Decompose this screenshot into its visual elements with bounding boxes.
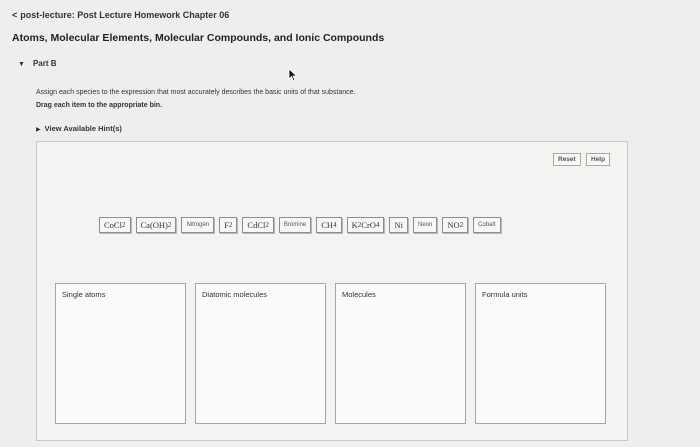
help-button[interactable]: Help <box>586 153 611 166</box>
drag-instruction: Drag each item to the appropriate bin. <box>36 102 163 109</box>
breadcrumb[interactable]: < post-lecture: Post Lecture Homework Cha… <box>12 10 229 20</box>
tile-k2cro4[interactable]: K 2 CrO 4 <box>346 217 385 233</box>
part-label[interactable]: Part B <box>33 59 57 68</box>
bin-label: Diatomic molecules <box>202 290 268 299</box>
bin-formula-units[interactable]: Formula units <box>475 283 606 424</box>
drag-drop-panel: Reset Help CoCl 2 Ca(OH) 2 Nitrogen F2 CdC… <box>36 141 628 441</box>
tile-bromine[interactable]: Bromine <box>278 217 312 233</box>
tile-ch4[interactable]: CH 4 <box>316 217 342 233</box>
tile-f2[interactable]: F2 <box>219 217 238 233</box>
tile-cdcl2[interactable]: CdCl 2 <box>242 217 274 233</box>
bin-single-atoms[interactable]: Single atoms <box>55 283 186 424</box>
tile-neon[interactable]: Neon <box>412 217 438 233</box>
instructions: Assign each species to the expression th… <box>36 86 355 112</box>
bin-label: Formula units <box>482 290 528 299</box>
mouse-pointer-icon <box>288 68 298 82</box>
bin-label: Molecules <box>342 290 376 299</box>
tile-tray: CoCl 2 Ca(OH) 2 Nitrogen F2 CdCl 2 Bromine … <box>99 217 501 233</box>
tile-cocl2[interactable]: CoCl 2 <box>99 217 131 233</box>
bin-row: Single atoms Diatomic molecules Molecule… <box>55 283 606 424</box>
bin-diatomic-molecules[interactable]: Diatomic molecules <box>195 283 326 424</box>
part-header[interactable]: ▼ Part B <box>18 59 57 68</box>
collapse-triangle-icon[interactable]: ▼ <box>18 61 25 68</box>
tile-ni[interactable]: Ni <box>389 217 408 233</box>
page-title: Atoms, Molecular Elements, Molecular Com… <box>12 32 385 44</box>
view-hints-link[interactable]: ▶ View Available Hint(s) <box>36 124 122 133</box>
tile-caoh2[interactable]: Ca(OH) 2 <box>135 217 177 233</box>
reset-button[interactable]: Reset <box>553 153 581 166</box>
chevron-left-icon[interactable]: < <box>12 10 17 20</box>
tile-no2[interactable]: NO 2 <box>442 217 469 233</box>
instruction-text: Assign each species to the expression th… <box>36 89 356 96</box>
hints-label[interactable]: View Available Hint(s) <box>45 124 122 133</box>
caret-right-icon[interactable]: ▶ <box>36 127 41 133</box>
bin-label: Single atoms <box>62 290 106 299</box>
tile-cobalt[interactable]: Cobalt <box>473 217 501 233</box>
bin-molecules[interactable]: Molecules <box>335 283 466 424</box>
breadcrumb-text[interactable]: post-lecture: Post Lecture Homework Chap… <box>20 10 229 20</box>
tile-nitrogen[interactable]: Nitrogen <box>181 217 215 233</box>
